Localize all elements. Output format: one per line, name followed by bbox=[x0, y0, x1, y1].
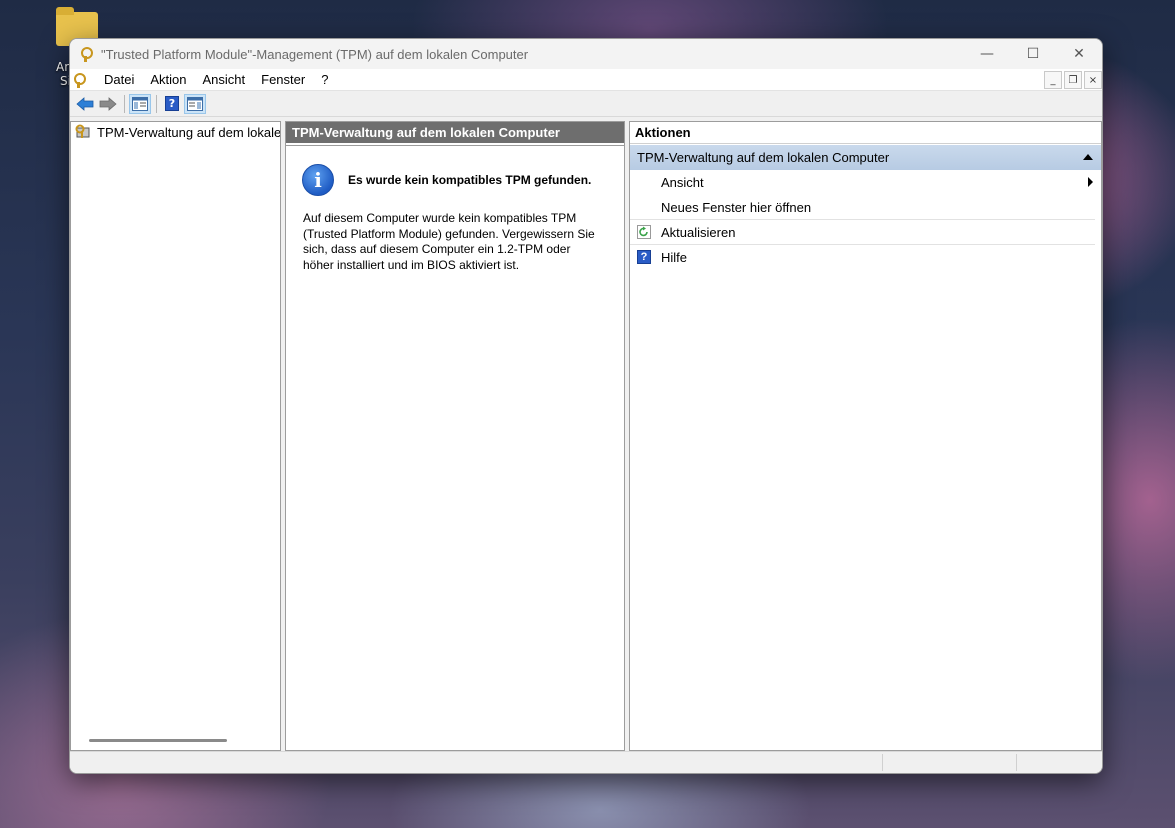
action-label: Ansicht bbox=[661, 175, 704, 190]
tpm-key-icon bbox=[79, 47, 93, 62]
action-label: Hilfe bbox=[661, 250, 688, 265]
action-label: Aktualisieren bbox=[661, 224, 736, 240]
action-help[interactable]: ? Hilfe bbox=[630, 245, 1101, 270]
collapse-arrow-icon[interactable] bbox=[1083, 154, 1093, 160]
tree-item-tpm-root[interactable]: TPM-Verwaltung auf dem lokalen Computer bbox=[71, 122, 280, 142]
back-button[interactable] bbox=[74, 94, 96, 114]
show-hide-console-tree-button[interactable] bbox=[129, 93, 151, 114]
menu-bar: Datei Aktion Ansicht Fenster ? _ ❐ × bbox=[70, 69, 1102, 91]
actions-pane: Aktionen TPM-Verwaltung auf dem lokalen … bbox=[629, 121, 1102, 751]
app-menu-icon[interactable] bbox=[72, 72, 86, 88]
menu-help[interactable]: ? bbox=[313, 72, 336, 87]
result-pane-header: TPM-Verwaltung auf dem lokalen Computer bbox=[286, 122, 624, 145]
action-pane-icon bbox=[187, 96, 203, 111]
content-area: TPM-Verwaltung auf dem lokalen Computer … bbox=[70, 119, 1102, 751]
refresh-icon bbox=[637, 225, 651, 239]
help-button[interactable]: ? bbox=[161, 94, 183, 114]
result-pane: TPM-Verwaltung auf dem lokalen Computer … bbox=[285, 121, 625, 751]
submenu-arrow-icon bbox=[1088, 177, 1093, 187]
mdi-close-button[interactable]: × bbox=[1084, 71, 1102, 89]
console-tree-icon bbox=[132, 96, 148, 111]
action-refresh[interactable]: Aktualisieren bbox=[630, 220, 1095, 245]
header-divider bbox=[286, 145, 624, 146]
title-bar[interactable]: "Trusted Platform Module"-Management (TP… bbox=[70, 39, 1102, 69]
mdi-minimize-button[interactable]: _ bbox=[1044, 71, 1062, 89]
back-arrow-icon bbox=[76, 96, 94, 111]
actions-section-tpm[interactable]: TPM-Verwaltung auf dem lokalen Computer bbox=[630, 145, 1101, 170]
status-bar bbox=[70, 751, 1102, 773]
info-icon: i bbox=[302, 164, 334, 196]
window-title: "Trusted Platform Module"-Management (TP… bbox=[101, 46, 529, 62]
maximize-button[interactable]: ☐ bbox=[1010, 39, 1056, 69]
mdi-restore-button[interactable]: ❐ bbox=[1064, 71, 1082, 89]
help-icon: ? bbox=[637, 250, 651, 264]
tpm-chip-icon bbox=[75, 124, 93, 140]
actions-section-label: TPM-Verwaltung auf dem lokalen Computer bbox=[637, 150, 890, 165]
menu-aktion[interactable]: Aktion bbox=[142, 72, 194, 87]
status-message-body: Auf diesem Computer wurde kein kompatibl… bbox=[303, 211, 595, 272]
toolbar: ? bbox=[70, 91, 1102, 117]
horizontal-scrollbar[interactable] bbox=[89, 739, 227, 742]
tpm-management-window: "Trusted Platform Module"-Management (TP… bbox=[69, 38, 1103, 774]
status-message-title: Es wurde kein kompatibles TPM gefunden. bbox=[348, 173, 592, 187]
toolbar-separator bbox=[124, 94, 125, 113]
menu-fenster[interactable]: Fenster bbox=[253, 72, 313, 87]
action-label: Neues Fenster hier öffnen bbox=[661, 199, 812, 215]
status-cell bbox=[1016, 754, 1017, 771]
console-tree-pane: TPM-Verwaltung auf dem lokalen Computer bbox=[70, 121, 281, 751]
help-icon: ? bbox=[165, 96, 179, 111]
close-button[interactable]: ✕ bbox=[1056, 39, 1102, 69]
forward-button[interactable] bbox=[97, 94, 119, 114]
toolbar-separator bbox=[156, 94, 157, 113]
tree-item-label: TPM-Verwaltung auf dem lokalen Computer bbox=[97, 124, 280, 140]
show-hide-action-pane-button[interactable] bbox=[184, 93, 206, 114]
actions-header: Aktionen bbox=[630, 122, 1101, 144]
minimize-button[interactable]: — bbox=[964, 39, 1010, 69]
status-message: i Es wurde kein kompatibles TPM gefunden… bbox=[302, 164, 591, 196]
action-ansicht[interactable]: Ansicht bbox=[630, 170, 1101, 195]
status-cell bbox=[882, 754, 883, 771]
menu-datei[interactable]: Datei bbox=[96, 72, 142, 87]
action-new-window[interactable]: Neues Fenster hier öffnen bbox=[630, 195, 1095, 220]
forward-arrow-icon bbox=[99, 96, 117, 111]
menu-ansicht[interactable]: Ansicht bbox=[195, 72, 254, 87]
